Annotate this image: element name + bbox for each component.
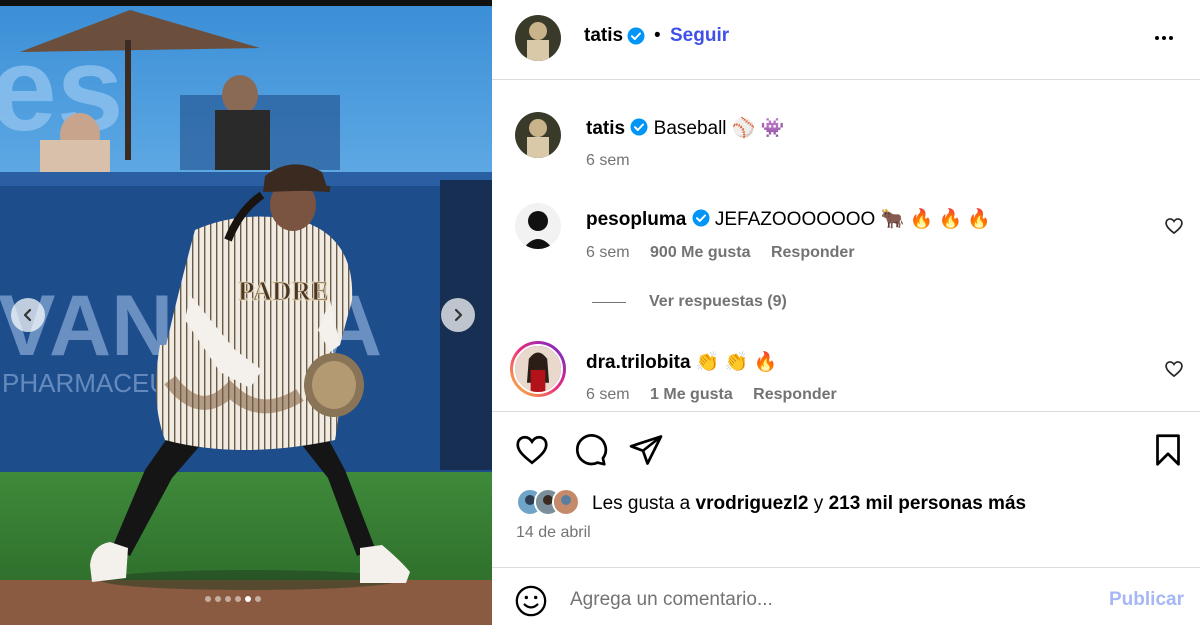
post-media[interactable]: es VAN A PHARMACEUTICALS INC PADRE bbox=[0, 0, 492, 625]
likes-summary[interactable]: Les gusta a vrodriguezl2 y 213 mil perso… bbox=[592, 493, 1026, 515]
caption-text: Baseball ⚾ 👾 bbox=[653, 118, 785, 139]
comment-likes[interactable]: 900 Me gusta bbox=[650, 244, 750, 261]
heart-icon[interactable] bbox=[1164, 216, 1184, 236]
caption-username[interactable]: tatis bbox=[586, 118, 625, 139]
comment-likes[interactable]: 1 Me gusta bbox=[650, 386, 733, 403]
post-actions: Les gusta a vrodriguezl2 y 213 mil perso… bbox=[492, 411, 1200, 567]
reply-button[interactable]: Responder bbox=[771, 244, 855, 261]
comment-time: 6 sem bbox=[586, 386, 630, 403]
comment-username[interactable]: dra.trilobita bbox=[586, 352, 691, 373]
comment-composer: Publicar bbox=[492, 567, 1200, 625]
heart-icon[interactable] bbox=[1164, 359, 1184, 379]
carousel-prev-button[interactable] bbox=[11, 298, 45, 332]
post-sidebar: tatis • Seguir tatis Baseball ⚾ 👾 6 sem bbox=[492, 0, 1200, 625]
carousel-dot bbox=[225, 596, 231, 602]
view-replies-button[interactable]: Ver respuestas (9) bbox=[592, 293, 787, 311]
emoji-icon[interactable] bbox=[514, 584, 548, 618]
verified-icon bbox=[692, 209, 710, 227]
reply-button[interactable]: Responder bbox=[753, 386, 837, 403]
commenter-avatar-story[interactable] bbox=[510, 341, 566, 397]
author-username[interactable]: tatis bbox=[584, 25, 623, 47]
carousel-dot bbox=[245, 596, 251, 602]
carousel-dot bbox=[235, 596, 241, 602]
publish-button[interactable]: Publicar bbox=[1109, 589, 1184, 611]
header-separator: • bbox=[654, 25, 661, 46]
carousel-dot bbox=[255, 596, 261, 602]
post-photo: es VAN A PHARMACEUTICALS INC PADRE bbox=[0, 0, 492, 625]
carousel-next-button[interactable] bbox=[441, 298, 475, 332]
caption-avatar[interactable] bbox=[515, 112, 561, 158]
author-avatar[interactable] bbox=[515, 15, 561, 61]
liker-avatar bbox=[552, 488, 580, 516]
likers-avatars[interactable] bbox=[516, 488, 580, 516]
carousel-dot bbox=[215, 596, 221, 602]
heart-icon[interactable] bbox=[514, 432, 550, 468]
comment-text: 👏 👏 🔥 bbox=[695, 352, 778, 373]
more-icon[interactable] bbox=[1152, 26, 1176, 50]
svg-text:PADRE: PADRE bbox=[238, 276, 329, 306]
comment-username[interactable]: pesopluma bbox=[586, 209, 686, 230]
carousel-indicator bbox=[205, 596, 261, 602]
comment-icon[interactable] bbox=[572, 432, 608, 468]
likes-connector: y bbox=[813, 493, 824, 514]
share-icon[interactable] bbox=[628, 432, 664, 468]
bookmark-icon[interactable] bbox=[1150, 432, 1186, 468]
comments-list[interactable]: tatis Baseball ⚾ 👾 6 sem pesopluma JEFAZ… bbox=[492, 81, 1200, 411]
post-date: 14 de abril bbox=[516, 524, 591, 541]
comment-input[interactable] bbox=[570, 580, 1090, 620]
carousel-dot bbox=[205, 596, 211, 602]
chevron-left-icon bbox=[23, 308, 32, 322]
likes-others[interactable]: 213 mil personas más bbox=[829, 493, 1027, 514]
comment-time: 6 sem bbox=[586, 244, 630, 261]
verified-icon bbox=[627, 27, 645, 45]
verified-icon bbox=[630, 118, 648, 136]
post-header: tatis • Seguir bbox=[492, 0, 1200, 80]
likes-prefix: Les gusta a bbox=[592, 493, 691, 514]
comment-text: JEFAZOOOOOOO 🐂 🔥 🔥 🔥 bbox=[714, 209, 992, 230]
commenter-avatar[interactable] bbox=[515, 203, 561, 249]
chevron-right-icon bbox=[454, 308, 463, 322]
follow-button[interactable]: Seguir bbox=[670, 25, 729, 47]
liker-username[interactable]: vrodriguezl2 bbox=[696, 493, 809, 514]
view-replies-line bbox=[592, 301, 626, 303]
view-replies-label: Ver respuestas (9) bbox=[649, 293, 787, 310]
caption-time: 6 sem bbox=[586, 152, 630, 169]
